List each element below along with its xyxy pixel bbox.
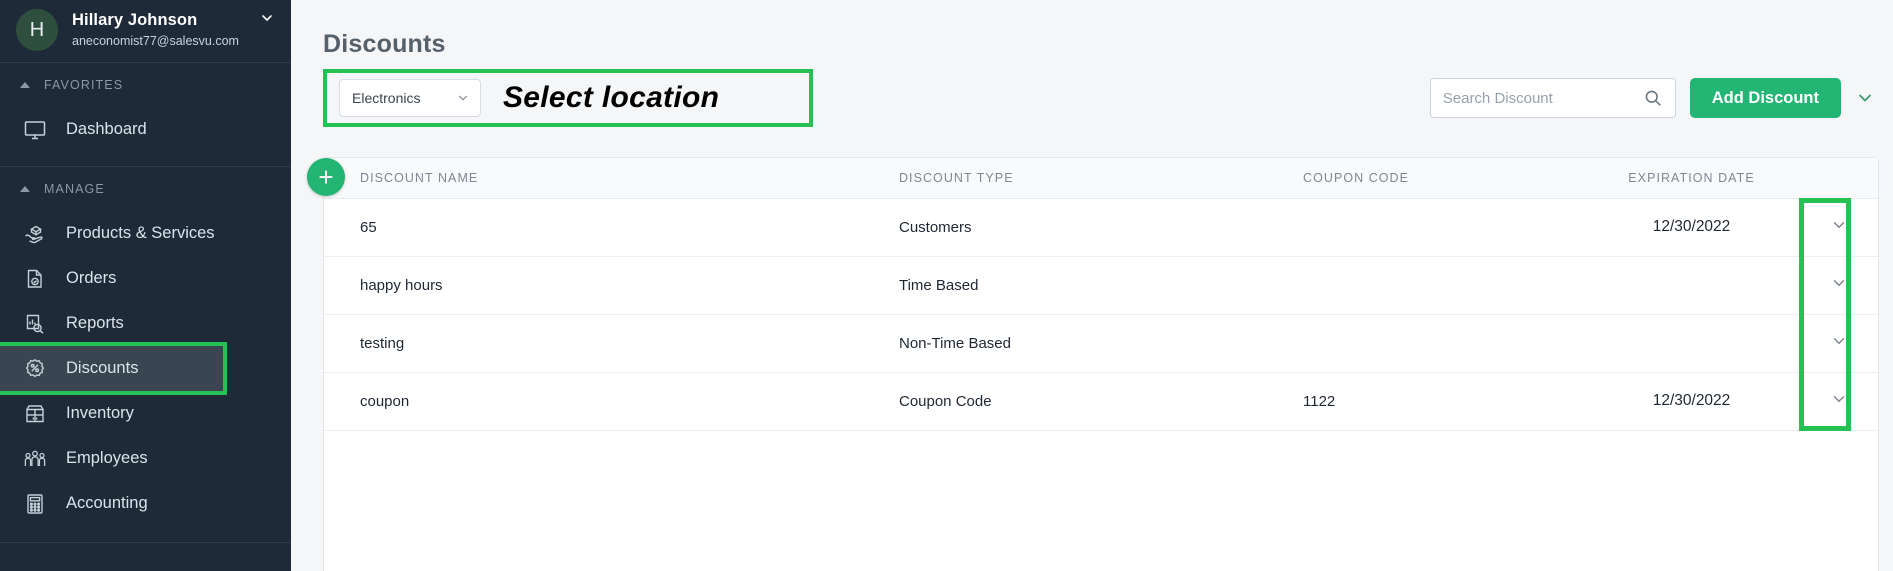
sidebar-item-employees[interactable]: Employees (0, 436, 291, 481)
chevron-down-icon[interactable] (1830, 337, 1848, 354)
sidebar: H Hillary Johnson aneconomist77@salesvu.… (0, 0, 291, 571)
sidebar-item-label: Discounts (66, 359, 138, 378)
sidebar-item-accounting[interactable]: Accounting (0, 481, 291, 526)
table-row[interactable]: coupon Coupon Code 1122 12/30/2022 (324, 372, 1878, 430)
sidebar-group-manage[interactable]: MANAGE (0, 167, 291, 211)
column-header-discount-type[interactable]: DISCOUNT TYPE (899, 158, 1303, 198)
cell-expiration-date (1583, 256, 1801, 314)
sidebar-item-label: Orders (66, 269, 116, 288)
table-body: 65 Customers 12/30/2022 happy hours Time… (324, 198, 1878, 430)
divider (0, 542, 291, 543)
select-location-annotation: Electronics Select location (323, 69, 813, 127)
cell-row-expand[interactable] (1800, 314, 1878, 372)
toolbar-right: Add Discount (1430, 67, 1893, 129)
cell-discount-name: testing (324, 314, 899, 372)
search-input[interactable] (1443, 90, 1643, 107)
cell-discount-type: Coupon Code (899, 372, 1303, 430)
table-row[interactable]: 65 Customers 12/30/2022 (324, 198, 1878, 256)
cell-discount-name: coupon (324, 372, 899, 430)
column-header-actions (1800, 158, 1878, 198)
cell-expiration-date: 12/30/2022 (1583, 372, 1801, 430)
order-document-icon (22, 266, 48, 292)
triangle-up-icon (20, 186, 30, 192)
inventory-box-icon (22, 401, 48, 427)
location-select-value: Electronics (352, 90, 420, 106)
sidebar-item-label: Dashboard (66, 120, 147, 139)
report-search-icon (22, 311, 48, 337)
percent-badge-icon (22, 356, 48, 382)
cell-row-expand[interactable] (1800, 372, 1878, 430)
chevron-down-icon[interactable] (1830, 279, 1848, 296)
sidebar-item-reports[interactable]: Reports (0, 301, 291, 346)
cell-coupon-code (1303, 198, 1583, 256)
cell-row-expand[interactable] (1800, 256, 1878, 314)
sidebar-group-favorites[interactable]: FAVORITES (0, 63, 291, 107)
table-header-row: DISCOUNT NAME DISCOUNT TYPE COUPON CODE … (324, 158, 1878, 198)
cell-discount-name: happy hours (324, 256, 899, 314)
sidebar-item-label: Accounting (66, 494, 148, 513)
people-group-icon (22, 446, 48, 472)
cell-coupon-code (1303, 314, 1583, 372)
sidebar-item-discounts[interactable]: Discounts (0, 346, 223, 391)
page-title: Discounts (291, 0, 1893, 59)
column-header-expiration-date[interactable]: EXPIRATION DATE (1583, 158, 1801, 198)
cell-coupon-code (1303, 256, 1583, 314)
sidebar-item-orders[interactable]: Orders (0, 256, 291, 301)
table-row[interactable]: testing Non-Time Based (324, 314, 1878, 372)
chevron-down-icon (456, 91, 470, 105)
cell-coupon-code: 1122 (1303, 372, 1583, 430)
sidebar-item-label: Inventory (66, 404, 134, 423)
user-account-header[interactable]: H Hillary Johnson aneconomist77@salesvu.… (0, 0, 291, 62)
triangle-up-icon (20, 82, 30, 88)
calculator-icon (22, 491, 48, 517)
location-select[interactable]: Electronics (339, 79, 481, 117)
add-row-fab-button[interactable]: + (307, 158, 345, 196)
app-root: H Hillary Johnson aneconomist77@salesvu.… (0, 0, 1893, 571)
sidebar-group-label: FAVORITES (44, 78, 123, 92)
monitor-icon (22, 117, 48, 143)
discounts-table: DISCOUNT NAME DISCOUNT TYPE COUPON CODE … (324, 158, 1878, 431)
annotation-label: Select location (503, 81, 719, 115)
column-header-coupon-code[interactable]: COUPON CODE (1303, 158, 1583, 198)
cell-discount-type: Time Based (899, 256, 1303, 314)
chevron-down-icon[interactable] (1830, 395, 1848, 412)
main-content: Discounts Electronics Select location (291, 0, 1893, 571)
search-discount-box[interactable] (1430, 78, 1676, 118)
sidebar-item-label: Reports (66, 314, 124, 333)
sidebar-item-label: Employees (66, 449, 148, 468)
hand-box-icon (22, 221, 48, 247)
cell-row-expand[interactable] (1800, 198, 1878, 256)
user-name: Hillary Johnson (72, 10, 239, 31)
sidebar-item-inventory[interactable]: Inventory (0, 391, 291, 436)
cell-discount-type: Customers (899, 198, 1303, 256)
sidebar-item-label: Products & Services (66, 224, 215, 243)
cell-expiration-date: 12/30/2022 (1583, 198, 1801, 256)
sidebar-item-dashboard[interactable]: Dashboard (0, 107, 291, 152)
add-discount-button[interactable]: Add Discount (1690, 78, 1841, 118)
discounts-table-card: + DISCOUNT NAME DISCOUNT TYPE COUPON COD… (323, 157, 1879, 571)
search-icon[interactable] (1643, 88, 1663, 108)
table-row[interactable]: happy hours Time Based (324, 256, 1878, 314)
chevron-down-icon[interactable] (1855, 88, 1875, 108)
table-head: DISCOUNT NAME DISCOUNT TYPE COUPON CODE … (324, 158, 1878, 198)
sidebar-item-products-services[interactable]: Products & Services (0, 211, 291, 256)
cell-expiration-date (1583, 314, 1801, 372)
chevron-down-icon[interactable] (259, 10, 275, 26)
avatar: H (16, 9, 58, 51)
chevron-down-icon[interactable] (1830, 221, 1848, 238)
sidebar-group-label: MANAGE (44, 182, 105, 196)
toolbar: Electronics Select location Add Discount (291, 67, 1893, 129)
user-email: aneconomist77@salesvu.com (72, 34, 239, 50)
column-header-discount-name[interactable]: DISCOUNT NAME (324, 158, 899, 198)
cell-discount-name: 65 (324, 198, 899, 256)
cell-discount-type: Non-Time Based (899, 314, 1303, 372)
